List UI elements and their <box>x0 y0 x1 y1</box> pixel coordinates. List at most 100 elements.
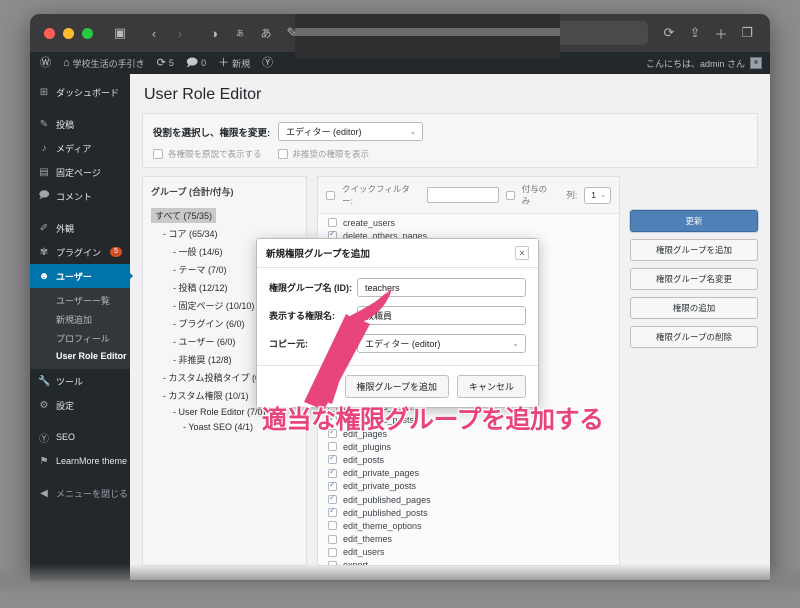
capability-row[interactable]: edit_private_posts <box>328 480 609 493</box>
settings-icon: ⚙ <box>39 399 49 411</box>
sidebar-item-appearance[interactable]: ✐ 外観 <box>30 216 130 240</box>
pin-icon: ✎ <box>39 118 49 130</box>
sidebar-toggle-icon[interactable]: ▣ <box>107 20 133 46</box>
minimize-window-button[interactable] <box>63 27 74 39</box>
comments-link[interactable]: 🗩 0 <box>180 52 212 74</box>
sidebar-item-seo[interactable]: Ⓨ SEO <box>30 425 130 449</box>
site-name-link[interactable]: ⌂ 学校生活の手引き <box>57 52 151 74</box>
add-capability-button[interactable]: 権限の追加 <box>630 297 758 319</box>
capability-row[interactable]: edit_published_pages <box>328 493 609 506</box>
capability-row[interactable]: edit_plugins <box>328 440 609 453</box>
sidebar-item-users-add[interactable]: 新規追加 <box>30 310 130 329</box>
capability-checkbox[interactable] <box>328 560 337 565</box>
capability-checkbox[interactable] <box>328 493 337 505</box>
capability-row[interactable]: edit_themes <box>328 533 609 546</box>
sidebar-item-profile[interactable]: プロフィール <box>30 329 130 348</box>
rename-role-button[interactable]: 権限グループ名変更 <box>630 268 758 290</box>
show-deprecated-caps-checkbox[interactable]: 非推奨の権限を表示 <box>277 148 369 160</box>
greeting-label: こんにちは、admin さん <box>645 58 745 69</box>
maximize-window-button[interactable] <box>82 27 93 39</box>
capability-label: edit_published_posts <box>343 507 428 518</box>
sidebar-item-media[interactable]: ♪ メディア <box>30 136 130 160</box>
quick-filter-input[interactable] <box>427 187 499 203</box>
collapse-icon: ◀ <box>40 487 48 499</box>
site-name-label: 学校生活の手引き <box>72 58 145 69</box>
window-controls[interactable] <box>44 27 93 39</box>
close-icon[interactable]: ✕ <box>515 246 529 260</box>
close-window-button[interactable] <box>44 27 55 39</box>
update-button[interactable]: 更新 <box>630 210 758 232</box>
new-tab-icon[interactable]: ＋ <box>708 20 734 46</box>
sidebar-item-plugins[interactable]: ✾ プラグイン 5 <box>30 240 130 264</box>
sidebar-item-posts[interactable]: ✎ 投稿 <box>30 112 130 136</box>
capability-label: export <box>343 560 369 566</box>
columns-select-value: 1 <box>591 190 596 200</box>
reload-icon[interactable]: ⟳ <box>656 20 682 46</box>
sidebar-item-users[interactable]: ☻ ユーザー <box>30 264 133 288</box>
sidebar-item-pages[interactable]: ▤ 固定ページ <box>30 160 130 184</box>
sidebar-item-comments[interactable]: 🗩 コメント <box>30 184 130 208</box>
annotation-text: 適当な権限グループを追加する <box>261 404 606 436</box>
page-icon: ▤ <box>39 166 49 178</box>
columns-select[interactable]: 1 ⌄ <box>584 186 611 204</box>
capability-row[interactable]: create_users <box>328 216 609 229</box>
capability-checkbox[interactable] <box>328 480 337 491</box>
capability-row[interactable]: edit_private_pages <box>328 467 609 480</box>
add-role-button[interactable]: 権限グループを追加 <box>630 239 758 261</box>
users-submenu: ユーザー一覧 新規追加 プロフィール User Role Editor <box>30 288 130 369</box>
capability-row[interactable]: edit_posts <box>328 453 609 466</box>
tools-wrench-icon: 🔧 <box>38 375 51 387</box>
capability-checkbox[interactable] <box>328 547 337 557</box>
capability-label: edit_published_pages <box>343 494 431 505</box>
sidebar-divider-1 <box>30 104 130 112</box>
capability-row[interactable]: edit_published_posts <box>328 506 609 519</box>
role-select[interactable]: エディター (editor) ⌄ <box>278 122 424 141</box>
sidebar-item-tools[interactable]: 🔧 ツール <box>30 369 130 393</box>
new-content-link[interactable]: ＋ 新規 <box>212 52 256 74</box>
reader-mode-icon[interactable]: ◑ <box>201 20 227 46</box>
sidebar-item-users-list[interactable]: ユーザー一覧 <box>30 291 130 310</box>
sidebar-item-collapse-menu[interactable]: ◀ メニューを閉じる <box>30 481 130 505</box>
capability-checkbox[interactable] <box>328 506 337 518</box>
select-all-capabilities-checkbox[interactable] <box>326 190 335 200</box>
capability-checkbox[interactable] <box>328 521 337 531</box>
group-tree-item[interactable]: すべて (75/35) <box>151 208 217 223</box>
sidebar-item-dashboard[interactable]: ⊞ ダッシュボード <box>30 80 130 104</box>
seo-menu-link[interactable]: Ⓨ <box>256 52 279 74</box>
updates-link[interactable]: ⟳ 5 <box>151 52 180 74</box>
font-small-icon[interactable]: あ <box>227 20 253 46</box>
capability-row[interactable]: edit_theme_options <box>328 519 609 532</box>
capability-checkbox[interactable] <box>328 218 337 228</box>
capability-checkbox[interactable] <box>328 467 337 478</box>
font-large-icon[interactable]: あ <box>253 20 279 46</box>
wp-logo-icon[interactable]: Ⓦ <box>38 52 57 74</box>
capability-label: create_users <box>343 217 396 228</box>
forward-icon[interactable]: › <box>167 20 193 46</box>
sidebar-item-settings[interactable]: ⚙ 設定 <box>30 393 130 417</box>
dialog-header: 新規権限グループを追加 ✕ <box>257 239 538 268</box>
capability-checkbox[interactable] <box>328 534 337 544</box>
role-select-value: エディター (editor) <box>286 127 362 137</box>
media-icon: ♪ <box>41 142 47 154</box>
capability-row[interactable]: export <box>328 559 609 566</box>
share-icon[interactable]: ⇪ <box>682 20 708 46</box>
delete-role-button[interactable]: 権限グループの削除 <box>630 326 758 348</box>
capability-checkbox[interactable] <box>328 442 337 452</box>
sidebar-item-learnmore-theme[interactable]: ⚑ LearnMore theme <box>30 449 130 473</box>
capability-label: edit_private_pages <box>343 468 420 479</box>
show-tabs-icon[interactable]: ❐ <box>734 20 760 46</box>
granted-only-checkbox[interactable] <box>505 190 515 200</box>
capability-checkbox[interactable] <box>328 453 337 465</box>
dialog-cancel-button[interactable]: キャンセル <box>456 375 526 398</box>
account-menu[interactable]: こんにちは、admin さん <box>646 57 762 70</box>
show-human-readable-caps-checkbox[interactable]: 各権限を原説で表示する <box>153 148 262 160</box>
comment-bubble-icon: 🗩 <box>185 56 199 69</box>
privacy-redaction-bar <box>295 28 560 36</box>
back-icon[interactable]: ‹ <box>141 20 167 46</box>
capability-row[interactable]: edit_users <box>328 546 609 559</box>
sidebar-item-label: 固定ページ <box>56 167 101 178</box>
sidebar-item-user-role-editor[interactable]: User Role Editor <box>30 348 130 364</box>
sidebar-item-label: 外観 <box>56 223 75 234</box>
role-selector-row: 役割を選択し、権限を変更: エディター (editor) ⌄ <box>153 122 747 141</box>
yoast-seo-icon: Ⓨ <box>39 433 49 445</box>
